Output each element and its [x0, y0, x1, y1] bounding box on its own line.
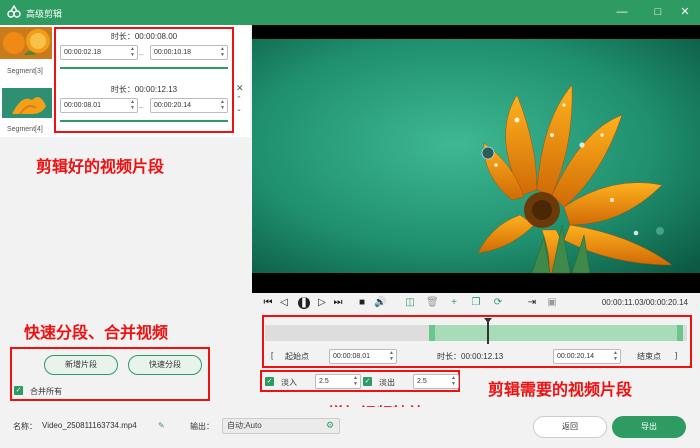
bottom-bar: 名称： Video_250811163734.mp4 ✎ 输出： 自动;Auto… — [0, 407, 700, 448]
chevron-down-icon[interactable]: ⌄ — [236, 105, 242, 113]
video-preview[interactable] — [252, 25, 700, 293]
annotation-box — [54, 27, 234, 133]
spinner-icon[interactable]: ▲ ▼ — [388, 350, 395, 363]
quick-split-button[interactable]: 快速分段 — [128, 355, 202, 375]
start-point-button[interactable]: 起始点 — [285, 351, 309, 362]
add-segment-button[interactable]: 新增片段 — [44, 355, 118, 375]
start-bracket-icon: [ — [271, 351, 274, 360]
step-forward-icon[interactable]: ▷ — [316, 297, 328, 309]
fade-out-control: ✓ 淡出 2.5 ▲ ▼ — [363, 374, 459, 390]
fade-out-input[interactable]: 2.5 ▲ ▼ — [413, 374, 459, 389]
player-controls: ⏮ ◁ ❚ ▷ ⏭ ■ 🔊 ◫ 🗑 + ❐ ⟳ ⇥ ▣ 00:00:11.03/… — [252, 293, 700, 313]
minimize-icon[interactable]: — — [614, 4, 630, 20]
segment-thumbnail[interactable] — [2, 88, 54, 120]
export-button[interactable]: 导出 — [612, 416, 686, 438]
split-icon[interactable]: ◫ — [404, 297, 416, 309]
settings-gear-icon[interactable]: ⚙ — [326, 420, 334, 431]
segment-label: Segment[3] — [7, 68, 43, 75]
fade-in-label: 淡入 — [281, 378, 297, 387]
back-button[interactable]: 返回 — [533, 416, 607, 438]
add-icon[interactable]: + — [448, 297, 460, 309]
start-time-field[interactable]: 00:00:08.01 ▲ ▼ — [329, 349, 397, 364]
mark-out-icon[interactable]: ▣ — [546, 297, 558, 309]
step-back-icon[interactable]: ◁ — [278, 297, 290, 309]
fade-out-checkbox[interactable]: ✓ — [363, 377, 372, 386]
fade-out-value: 2.5 — [417, 378, 427, 385]
skip-end-icon[interactable]: ⏭ — [332, 297, 344, 309]
spinner-icon[interactable]: ▲ ▼ — [450, 375, 457, 388]
left-panel: Segment[3] 时长：00:00:08.00 00:00:02.18 ▲ ▼… — [0, 25, 250, 407]
name-label: 名称： — [13, 422, 37, 431]
timeline[interactable] — [265, 318, 687, 348]
spinner-icon[interactable]: ▲ ▼ — [612, 350, 619, 363]
fade-in-checkbox[interactable]: ✓ — [265, 377, 274, 386]
trim-duration: 时长：00:00:12.13 — [437, 352, 504, 361]
spinner-icon[interactable]: ▲ ▼ — [352, 375, 359, 388]
fade-in-input[interactable]: 2.5 ▲ ▼ — [315, 374, 361, 389]
playhead[interactable] — [484, 318, 492, 344]
fade-out-label: 淡出 — [379, 378, 395, 387]
volume-icon[interactable]: 🔊 — [374, 297, 386, 309]
segment-label: Segment[4] — [7, 126, 43, 133]
delete-icon[interactable]: 🗑 — [426, 297, 439, 309]
skip-start-icon[interactable]: ⏮ — [262, 297, 274, 309]
playback-time: 00:00:11.03/00:00:20.14 — [601, 298, 688, 307]
copy-icon[interactable]: ❐ — [470, 297, 482, 309]
fade-in-control: ✓ 淡入 2.5 ▲ ▼ — [265, 374, 361, 390]
reset-icon[interactable]: ⟳ — [492, 297, 504, 309]
mark-in-icon[interactable]: ⇥ — [526, 297, 538, 309]
pause-icon[interactable]: ❚ — [298, 297, 310, 309]
maximize-icon[interactable]: □ — [650, 4, 666, 20]
preview-image — [252, 25, 700, 293]
title-bar: 高级剪辑 — □ ✕ — [0, 0, 700, 25]
end-time-value: 00:00:20.14 — [557, 353, 594, 360]
close-segment-icon[interactable]: ✕ — [236, 83, 244, 94]
stop-icon[interactable]: ■ — [356, 297, 368, 309]
chevron-up-icon[interactable]: ⌃ — [236, 95, 242, 103]
timeline-selection[interactable] — [429, 325, 683, 341]
end-time-field[interactable]: 00:00:20.14 ▲ ▼ — [553, 349, 621, 364]
trim-row: [ 起始点 00:00:08.01 ▲ ▼ 时长：00:00:12.13 00:0… — [265, 348, 687, 366]
fade-in-value: 2.5 — [319, 378, 329, 385]
output-label: 输出： — [190, 422, 214, 431]
merge-all-checkbox[interactable]: ✓ — [14, 386, 23, 395]
app-logo-icon — [7, 5, 21, 18]
segment-thumbnail[interactable] — [0, 27, 52, 59]
annotation-segments: 剪辑好的视频片段 — [36, 159, 165, 176]
edit-name-icon[interactable]: ✎ — [158, 421, 165, 430]
end-point-button[interactable]: 结束点 — [637, 351, 661, 362]
output-path-field[interactable]: 自动;Auto — [222, 418, 340, 434]
start-time-value: 00:00:08.01 — [333, 353, 370, 360]
end-bracket-icon: ] — [675, 351, 678, 360]
window-title: 高级剪辑 — [26, 9, 63, 19]
merge-all-label: 合并所有 — [30, 387, 62, 396]
annotation-needed-segment: 剪辑需要的视频片段 — [488, 382, 633, 399]
file-name: Video_250811163734.mp4 — [42, 421, 137, 430]
annotation-split-merge: 快速分段、合并视频 — [24, 325, 169, 342]
close-icon[interactable]: ✕ — [677, 4, 693, 20]
